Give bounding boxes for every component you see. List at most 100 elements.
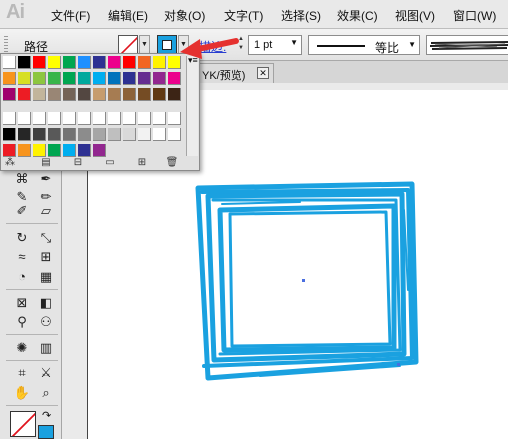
swatch-cell[interactable] [93,88,106,101]
swatch-cell[interactable] [123,72,136,85]
artboard-tool-icon[interactable]: ⌗ [12,363,32,383]
shape-builder-tool-icon[interactable]: ◔ [12,267,32,287]
swatch-cell[interactable] [153,56,166,69]
mesh-tool-icon[interactable]: ⊠ [12,293,32,313]
swatch-cell[interactable] [138,112,151,125]
swatch-cell[interactable] [3,128,16,141]
zoom-tool-icon[interactable]: ⌕ [36,383,56,403]
swatch-cell[interactable] [123,128,136,141]
swatch-cell[interactable] [93,128,106,141]
swatch-cell[interactable] [168,88,181,101]
swatch-cell[interactable] [78,128,91,141]
swatch-cell[interactable] [18,56,31,69]
swatch-cell[interactable] [108,112,121,125]
swatch-cell[interactable] [3,112,16,125]
swatch-cell[interactable] [63,112,76,125]
panel-scrollbar[interactable]: ▾≡ [186,56,198,156]
rotate-tool-icon[interactable]: ↻ [12,228,32,248]
swatch-cell[interactable] [18,144,31,157]
pen-tool-icon[interactable]: ✒ [36,169,56,189]
fill-none-indicator[interactable] [10,411,36,437]
swatch-cell[interactable] [108,88,121,101]
swatch-cell[interactable] [18,72,31,85]
hand-tool-icon[interactable]: ✋ [12,383,32,403]
swatch-cell[interactable] [18,88,31,101]
swatch-cell[interactable] [63,72,76,85]
swatch-cell[interactable] [63,56,76,69]
swatch-cell[interactable] [3,72,16,85]
swatch-cell[interactable] [48,112,61,125]
sketchy-rectangle-artwork[interactable] [180,170,420,390]
swatch-cell[interactable] [108,128,121,141]
swatch-cell[interactable] [33,72,46,85]
variable-width-profile[interactable]: 等比 ▼ [308,35,420,55]
swatch-cell[interactable] [33,88,46,101]
swatch-cell[interactable] [153,112,166,125]
symbol-sprayer-tool-icon[interactable]: ✺ [12,338,32,358]
menu-window[interactable]: 窗口(W) [453,7,496,24]
swatch-cell[interactable] [153,128,166,141]
swatch-libraries-icon[interactable]: ⁂ [3,157,17,169]
stroke-indicator[interactable] [38,425,54,439]
swatch-cell[interactable] [33,112,46,125]
delete-swatch-icon[interactable]: 🗑 [165,157,179,169]
menu-file[interactable]: 文件(F) [51,7,90,24]
swatch-cell[interactable] [138,128,151,141]
new-color-group-icon[interactable]: ▭ [103,157,117,169]
swatch-cell[interactable] [48,56,61,69]
document-tab[interactable]: YK/预览) ✕ [188,63,274,83]
swatch-cell[interactable] [123,56,136,69]
fill-dropdown-arrow[interactable]: ▼ [139,35,150,55]
scale-tool-icon[interactable]: ⤡ [36,228,56,248]
swatch-cell[interactable] [63,144,76,157]
menu-object[interactable]: 对象(O) [164,7,205,24]
swatch-cell[interactable] [78,144,91,157]
blob-brush-tool-icon[interactable]: ✐ [12,201,32,221]
fill-stroke-indicator[interactable]: ↷ [10,409,54,439]
swatch-cell[interactable] [18,112,31,125]
eraser-tool-icon[interactable]: ▱ [36,201,56,221]
swatch-cell[interactable] [168,128,181,141]
swatch-cell[interactable] [138,72,151,85]
perspective-grid-tool-icon[interactable]: ▦ [36,267,56,287]
menu-edit[interactable]: 编辑(E) [108,7,148,24]
swatch-cell[interactable] [168,112,181,125]
swatch-cell[interactable] [33,128,46,141]
swatch-cell[interactable] [63,88,76,101]
swatch-cell[interactable] [138,88,151,101]
panel-grip[interactable] [4,36,8,54]
warp-tool-icon[interactable]: ⌘ [12,169,32,189]
gradient-tool-icon[interactable]: ◧ [36,293,56,313]
menu-view[interactable]: 视图(V) [395,7,435,24]
menu-effect[interactable]: 效果(C) [337,7,378,24]
swatch-cell[interactable] [78,88,91,101]
swatch-cell[interactable] [93,72,106,85]
swatch-cell[interactable] [33,144,46,157]
column-graph-tool-icon[interactable]: ▥ [36,338,56,358]
swatch-cell[interactable] [123,88,136,101]
swatch-cell[interactable] [93,112,106,125]
new-swatch-icon[interactable]: ⊞ [135,157,149,169]
swatch-cell[interactable] [78,72,91,85]
swap-arrow-icon[interactable]: ↷ [42,409,51,422]
swatch-cell[interactable] [123,112,136,125]
width-tool-icon[interactable]: ≈ [12,247,32,267]
swatch-cell[interactable] [18,128,31,141]
swatch-cell[interactable] [48,72,61,85]
fill-none-swatch[interactable] [118,35,138,55]
close-icon[interactable]: ✕ [257,67,269,79]
swatch-cell[interactable] [168,72,181,85]
swatch-cell[interactable] [93,56,106,69]
swatch-cell[interactable] [78,112,91,125]
free-transform-tool-icon[interactable]: ⊞ [36,247,56,267]
swatch-cell[interactable] [138,56,151,69]
eyedropper-tool-icon[interactable]: ⚲ [12,312,32,332]
show-swatch-kinds-icon[interactable]: ▤ [39,157,53,169]
swatch-cell[interactable] [78,56,91,69]
swatch-cell[interactable] [48,128,61,141]
swatch-cell[interactable] [93,144,106,157]
swatch-cell[interactable] [63,128,76,141]
blend-tool-icon[interactable]: ⚇ [36,312,56,332]
swatch-cell[interactable] [3,56,16,69]
stroke-color-swatch[interactable] [157,35,177,55]
